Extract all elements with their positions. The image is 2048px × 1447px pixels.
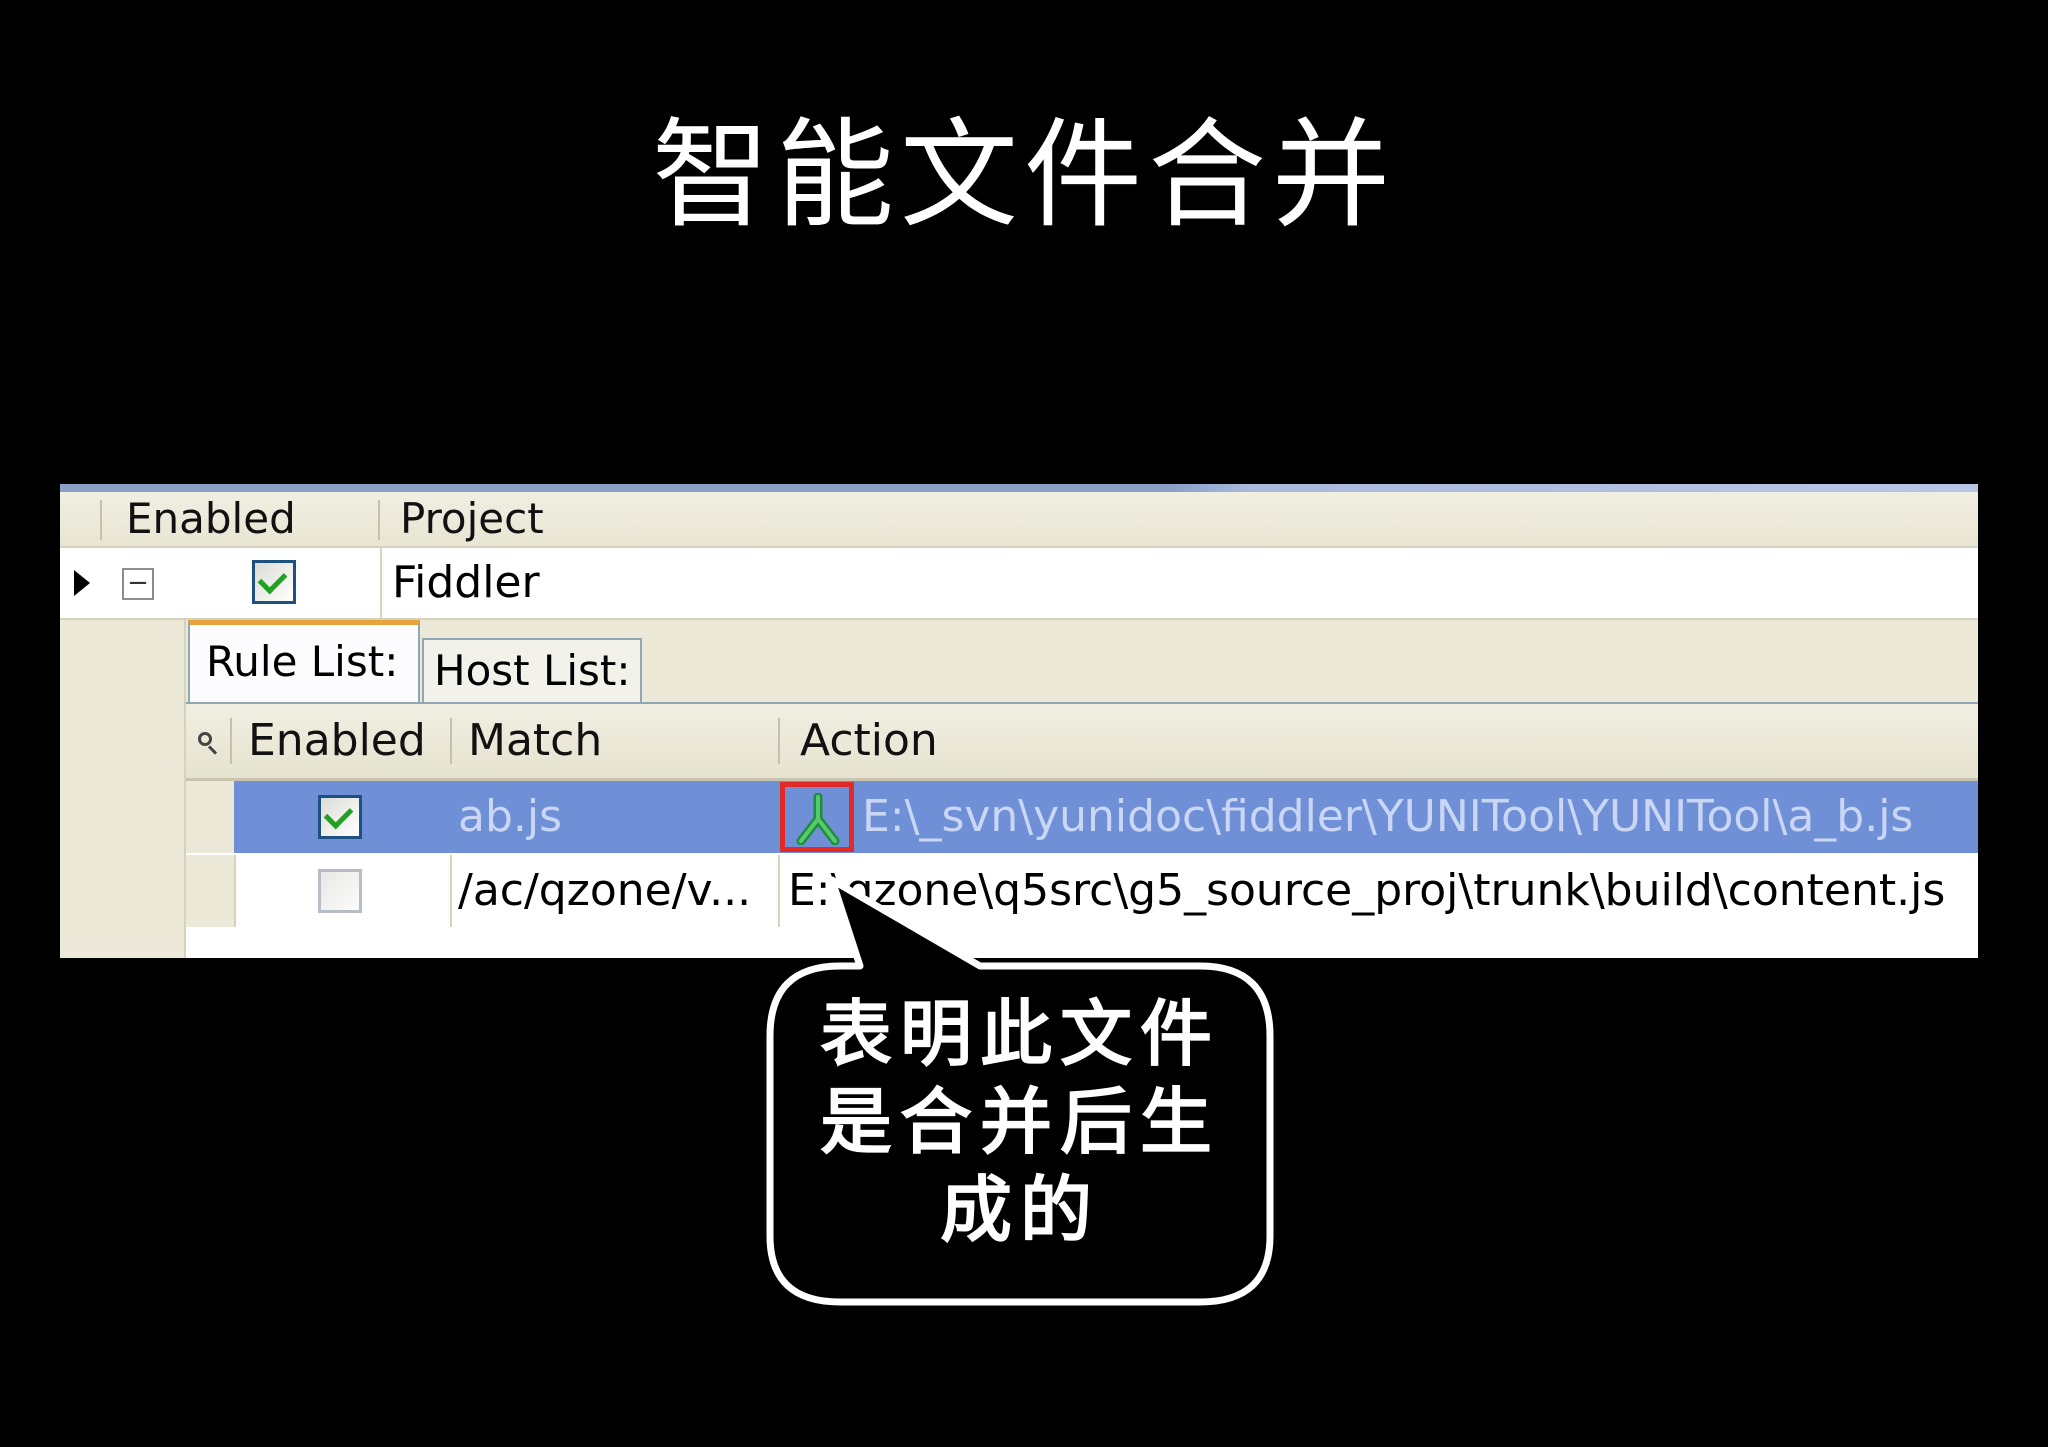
column-header-enabled[interactable]: Enabled (248, 704, 426, 778)
slide-title: 智能文件合并 (651, 106, 1396, 244)
search-icon[interactable] (198, 732, 212, 746)
project-name[interactable]: Fiddler (392, 548, 540, 618)
rule-row[interactable]: /ac/qzone/v... E:\qzone\q5src\g5_source_… (186, 855, 1978, 927)
column-divider (450, 718, 452, 764)
checkmark-icon (323, 799, 354, 830)
rule-enabled-checkbox[interactable] (318, 869, 362, 913)
callout-text: 表明此文件 是合并后生 成的 (770, 990, 1270, 1254)
column-divider (778, 718, 780, 764)
column-divider (100, 500, 102, 540)
rule-enabled-checkbox[interactable] (318, 795, 362, 839)
current-row-arrow-icon (74, 570, 90, 596)
rule-list-grid: Enabled Match Action ab.js E:\_svn\yunid… (186, 704, 1978, 958)
rule-match[interactable]: /ac/qzone/v... (458, 855, 768, 927)
rule-grid-header: Enabled Match Action (186, 704, 1978, 781)
cell-divider (778, 855, 780, 927)
column-header-action[interactable]: Action (800, 704, 938, 778)
rule-row[interactable]: ab.js E:\_svn\yunidoc\fiddler\YUNITool\Y… (186, 781, 1978, 853)
tab-host-list[interactable]: Host List: (422, 638, 642, 702)
cell-divider (450, 855, 452, 927)
rule-match[interactable]: ab.js (458, 781, 758, 853)
row-gutter (186, 781, 236, 853)
merge-icon (780, 782, 854, 852)
callout-line: 是合并后生 (819, 1080, 1220, 1164)
rule-action[interactable]: E:\qzone\q5src\g5_source_proj\trunk\buil… (788, 855, 1974, 927)
column-header-match[interactable]: Match (468, 704, 602, 778)
panel-top-bar (60, 484, 1978, 492)
screenshot-panel: Enabled Project − Fiddler Rule List: Hos… (60, 484, 1978, 958)
column-divider (230, 718, 232, 764)
row-gutter (186, 855, 236, 927)
detail-gutter (60, 620, 186, 958)
tab-rule-list[interactable]: Rule List: (188, 620, 420, 702)
column-header-project[interactable]: Project (400, 492, 544, 546)
callout-line: 表明此文件 (819, 992, 1220, 1076)
column-divider[interactable] (378, 500, 380, 540)
checkmark-icon (257, 564, 288, 595)
rule-action[interactable]: E:\_svn\yunidoc\fiddler\YUNITool\YUNIToo… (862, 781, 1972, 853)
project-row[interactable]: − Fiddler (60, 548, 1978, 620)
callout-line: 成的 (939, 1168, 1100, 1252)
outer-grid-header: Enabled Project (60, 492, 1978, 548)
project-enabled-checkbox[interactable] (252, 560, 296, 604)
cell-divider (380, 548, 382, 618)
merge-icon-glyph (796, 793, 840, 845)
column-header-enabled[interactable]: Enabled (126, 492, 296, 546)
collapse-icon[interactable]: − (122, 568, 154, 600)
